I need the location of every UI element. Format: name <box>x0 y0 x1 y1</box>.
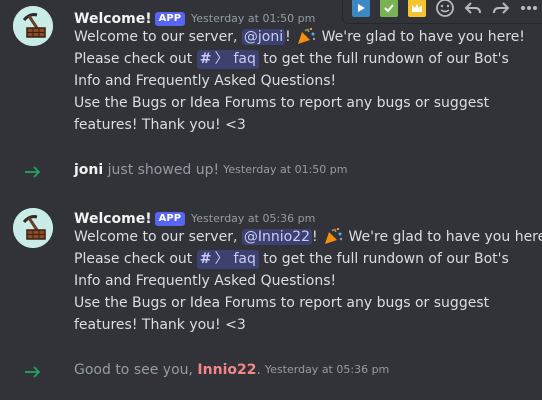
more-icon <box>521 6 537 10</box>
bugs-line2: features! Thank you! <3 <box>74 317 246 333</box>
author-name[interactable]: Welcome! <box>74 11 152 27</box>
party-popper-icon <box>298 28 316 44</box>
welcome-end: We're glad to have you here! <box>344 229 542 245</box>
message-content: Welcome to our server, @joni! We're glad… <box>74 26 532 136</box>
timestamp[interactable]: Yesterday at 05:36 pm <box>265 363 389 376</box>
add-reaction-icon <box>436 0 454 17</box>
joined-user[interactable]: Innio22 <box>197 362 256 378</box>
greeting-text: Good to see you, <box>74 362 198 378</box>
avatar[interactable] <box>13 6 53 46</box>
channel-link-faq[interactable]: # 〉 faq <box>196 50 259 69</box>
arrow-right-icon <box>25 366 41 378</box>
check-line2: Info and Frequently Asked Questions! <box>74 273 337 289</box>
check-suffix: to get the full rundown of our Bot's <box>258 251 509 267</box>
party-popper-icon <box>325 228 343 244</box>
welcome-punct: ! <box>312 229 323 245</box>
message-actions-toolbar <box>342 0 542 24</box>
system-message-text: Good to see you, Innio22. Yesterday at 05… <box>74 362 389 378</box>
welcome-text: Welcome to our server, <box>74 29 242 45</box>
forward-icon <box>493 2 510 14</box>
user-mention[interactable]: @joni <box>241 29 286 45</box>
message-header: Welcome! APP Yesterday at 05:36 pm <box>74 208 315 227</box>
check-suffix: to get the full rundown of our Bot's <box>258 51 509 67</box>
author-name[interactable]: Welcome! <box>74 211 152 227</box>
system-message-text: joni just showed up! Yesterday at 01:50 p… <box>74 162 347 178</box>
check-icon <box>380 0 398 17</box>
welcome-end: We're glad to have you here! <box>317 29 525 45</box>
reaction-check-button[interactable] <box>377 0 401 20</box>
channel-link-faq[interactable]: # 〉 faq <box>196 250 259 269</box>
user-mention[interactable]: @Innio22 <box>241 229 313 245</box>
check-line2: Info and Frequently Asked Questions! <box>74 73 337 89</box>
channel-name: faq <box>233 251 256 267</box>
avatar[interactable] <box>13 208 53 248</box>
greeting-punct: . <box>256 362 261 378</box>
pickaxe-mine-icon <box>13 208 53 248</box>
play-icon <box>352 0 370 17</box>
chevron-right-icon: 〉 <box>214 251 229 267</box>
check-text: Please check out <box>74 51 197 67</box>
timestamp[interactable]: Yesterday at 01:50 pm <box>191 12 315 25</box>
welcome-text: Welcome to our server, <box>74 229 242 245</box>
channel-name: faq <box>233 51 256 67</box>
more-button[interactable] <box>517 0 541 20</box>
forward-button[interactable] <box>489 0 513 20</box>
message-content: Welcome to our server, @Innio22! We're g… <box>74 226 542 336</box>
timestamp[interactable]: Yesterday at 05:36 pm <box>191 212 315 225</box>
chevron-right-icon: 〉 <box>214 51 229 67</box>
add-reaction-button[interactable] <box>433 0 457 20</box>
pickaxe-mine-icon <box>13 6 53 46</box>
bugs-line1: Use the Bugs or Idea Forums to report an… <box>74 95 490 111</box>
welcome-punct: ! <box>285 29 296 45</box>
bugs-line2: features! Thank you! <3 <box>74 117 246 133</box>
arrow-right-icon <box>25 166 41 178</box>
app-badge: APP <box>154 212 186 226</box>
check-text: Please check out <box>74 251 197 267</box>
reaction-crown-button[interactable] <box>405 0 429 20</box>
message-header: Welcome! APP Yesterday at 01:50 pm <box>74 8 315 27</box>
app-badge: APP <box>154 12 186 26</box>
joined-user[interactable]: joni <box>74 162 103 178</box>
reply-button[interactable] <box>461 0 485 20</box>
hash-icon: # <box>199 251 212 267</box>
reaction-play-button[interactable] <box>349 0 373 20</box>
timestamp[interactable]: Yesterday at 01:50 pm <box>223 163 347 176</box>
bugs-line1: Use the Bugs or Idea Forums to report an… <box>74 295 490 311</box>
crown-icon <box>408 0 426 17</box>
reply-icon <box>464 2 481 14</box>
hash-icon: # <box>199 51 212 67</box>
join-text: just showed up! <box>103 162 220 178</box>
